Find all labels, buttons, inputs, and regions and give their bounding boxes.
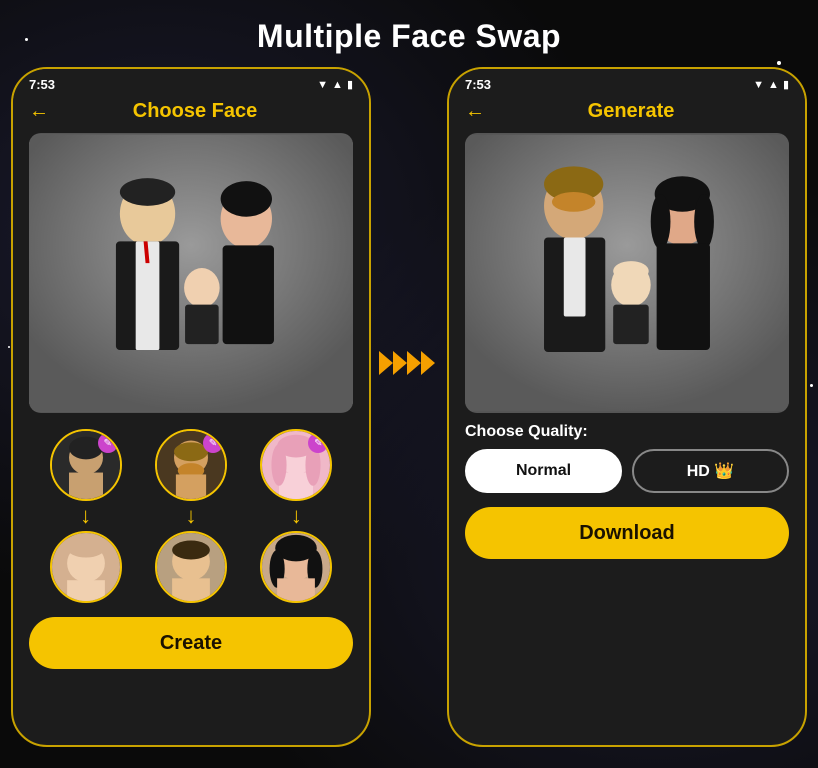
arrow-down-1: ↓ — [80, 505, 91, 527]
quality-normal-label: Normal — [516, 462, 571, 480]
arrow-down-3: ↓ — [291, 505, 302, 527]
right-wifi-icon: ▲ — [768, 79, 779, 91]
edit-badge-1: ✎ — [98, 433, 118, 453]
left-status-icons: ▼ ▲ ▮ — [317, 78, 353, 91]
target-face-1[interactable] — [50, 531, 122, 603]
face-pair-1: ✎ ↓ — [50, 429, 122, 603]
right-status-time: 7:53 — [465, 77, 491, 92]
face-pairs-section: ✎ ↓ — [13, 413, 369, 603]
download-button[interactable]: Download — [465, 507, 789, 559]
quality-label: Choose Quality: — [465, 423, 789, 441]
right-battery-icon: ▮ — [783, 78, 789, 91]
quality-buttons: Normal HD 👑 — [465, 449, 789, 493]
left-status-time: 7:53 — [29, 77, 55, 92]
right-header-title: Generate — [493, 100, 789, 123]
quality-normal-button[interactable]: Normal — [465, 449, 622, 493]
right-phone-header: ← Generate — [449, 96, 805, 133]
arrow-down-2: ↓ — [185, 505, 196, 527]
phones-container: 7:53 ▼ ▲ ▮ ← Choose Face — [0, 67, 818, 747]
left-header-title: Choose Face — [57, 100, 353, 123]
right-status-bar: 7:53 ▼ ▲ ▮ — [449, 69, 805, 96]
right-status-icons: ▼ ▲ ▮ — [753, 78, 789, 91]
face-pair-2: ✎ ↓ — [155, 429, 227, 603]
source-face-3[interactable]: ✎ — [260, 429, 332, 501]
edit-badge-2: ✎ — [203, 433, 223, 453]
page-title: Multiple Face Swap — [0, 0, 818, 67]
left-phone: 7:53 ▼ ▲ ▮ ← Choose Face — [11, 67, 371, 747]
left-status-bar: 7:53 ▼ ▲ ▮ — [13, 69, 369, 96]
source-face-2[interactable]: ✎ — [155, 429, 227, 501]
quality-section: Choose Quality: Normal HD 👑 — [449, 413, 805, 499]
target-face-2[interactable] — [155, 531, 227, 603]
target-face-3[interactable] — [260, 531, 332, 603]
source-face-1[interactable]: ✎ — [50, 429, 122, 501]
left-back-button[interactable]: ← — [29, 100, 49, 123]
signal-icon: ▼ — [317, 79, 328, 91]
right-signal-icon: ▼ — [753, 79, 764, 91]
quality-hd-button[interactable]: HD 👑 — [632, 449, 789, 493]
wifi-icon: ▲ — [332, 79, 343, 91]
right-phone: 7:53 ▼ ▲ ▮ ← Generate — [447, 67, 807, 747]
face-pair-3: ✎ ↓ — [260, 429, 332, 603]
right-main-photo — [465, 133, 789, 413]
left-phone-header: ← Choose Face — [13, 96, 369, 133]
create-button[interactable]: Create — [29, 617, 353, 669]
transition-arrows — [379, 345, 439, 390]
right-back-button[interactable]: ← — [465, 100, 485, 123]
quality-hd-label: HD 👑 — [687, 461, 734, 481]
battery-icon: ▮ — [347, 78, 353, 91]
left-main-photo — [29, 133, 353, 413]
